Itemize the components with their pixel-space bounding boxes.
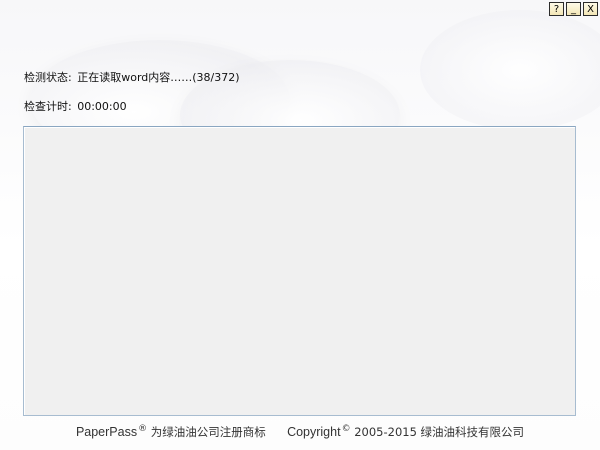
copyright-word: Copyright [287, 425, 341, 439]
detect-status-row: 检测状态: 正在读取word内容……(38/372) [24, 69, 240, 85]
trademark-text: 为绿油油公司注册商标 [150, 425, 266, 439]
footer: PaperPass® 为绿油油公司注册商标 Copyright© 2005-20… [0, 424, 600, 440]
copyright-text: 2005-2015 绿油油科技有限公司 [354, 425, 525, 439]
window-controls: ? _ X [549, 2, 598, 16]
timer-value: 00:00:00 [77, 100, 127, 113]
background-cloud [420, 10, 600, 130]
copyright-mark: © [341, 424, 351, 434]
close-button[interactable]: X [583, 2, 598, 16]
brand-name: PaperPass [75, 425, 138, 439]
registered-mark: ® [138, 424, 148, 434]
window: { "title_buttons": { "help_label": "?", … [0, 0, 600, 450]
minimize-button[interactable]: _ [566, 2, 581, 16]
detect-status-label: 检测状态: [24, 71, 72, 84]
log-panel[interactable] [23, 126, 576, 416]
help-button[interactable]: ? [549, 2, 564, 16]
timer-label: 检查计时: [24, 100, 72, 113]
detect-status-value: 正在读取word内容……(38/372) [77, 71, 240, 84]
timer-row: 检查计时: 00:00:00 [24, 98, 127, 114]
